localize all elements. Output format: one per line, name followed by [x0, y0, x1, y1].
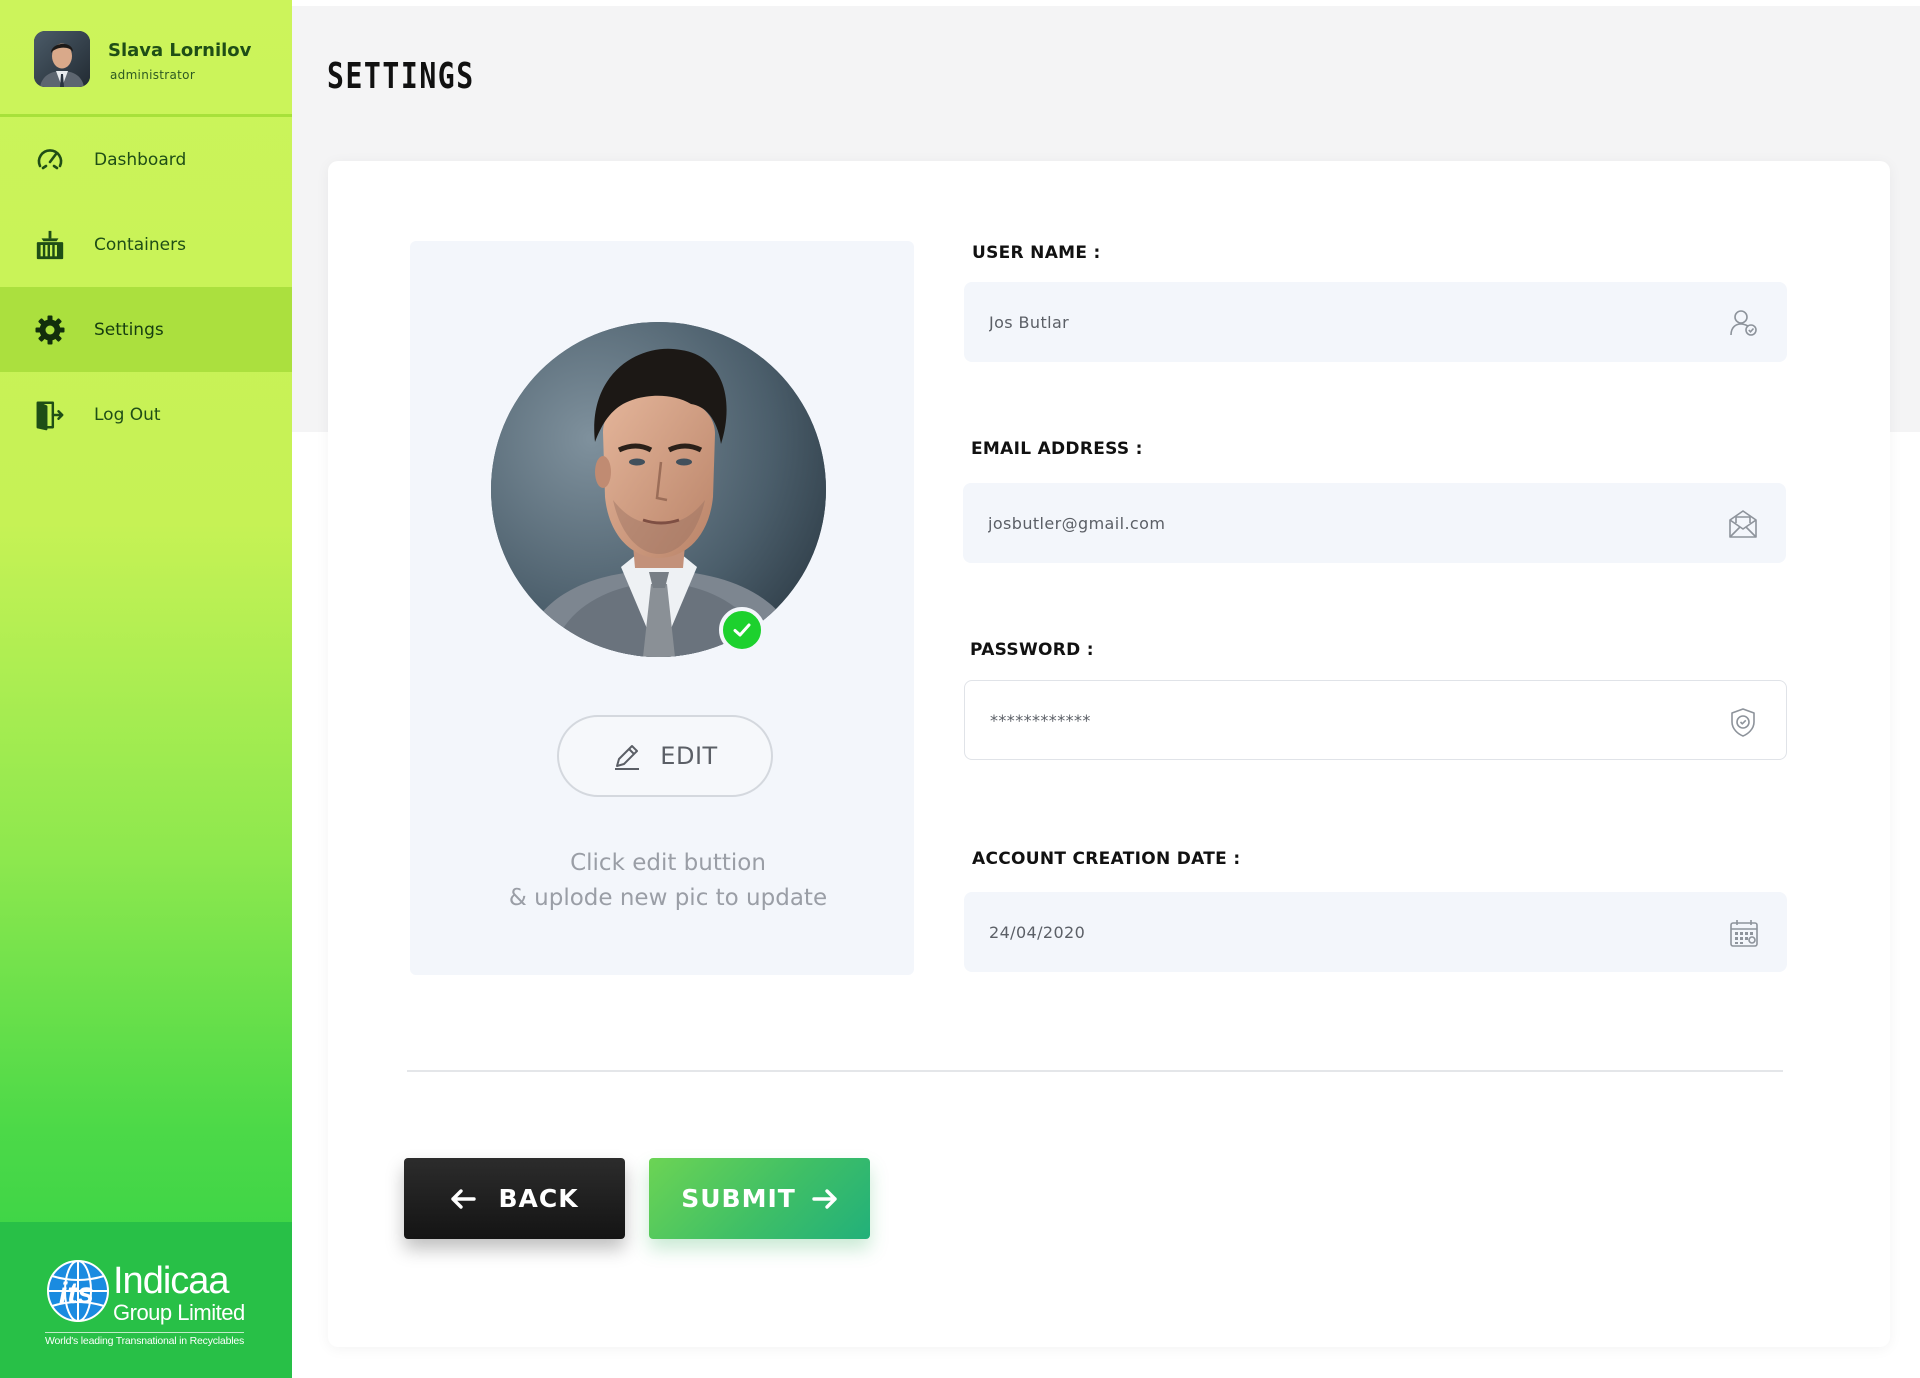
- upload-hint-line2: & uplode new pic to update: [508, 885, 828, 911]
- upload-hint-line1: Click edit buttion: [570, 850, 766, 876]
- shield-check-icon: [1726, 705, 1760, 739]
- profile-photo: [491, 322, 826, 657]
- page-title: SETTINGS: [327, 56, 475, 97]
- globe-icon: its: [47, 1260, 109, 1322]
- email-field[interactable]: [963, 483, 1786, 563]
- sidebar-item-label: Containers: [94, 234, 186, 255]
- form-divider: [407, 1070, 1783, 1072]
- edit-photo-button[interactable]: EDIT: [557, 715, 773, 797]
- username-input[interactable]: [989, 282, 1689, 362]
- user-role: administrator: [110, 68, 196, 82]
- brand-name: Indicaa: [113, 1260, 230, 1302]
- sidebar-item-settings[interactable]: Settings: [0, 287, 292, 372]
- password-label: PASSWORD :: [970, 640, 1094, 660]
- email-input[interactable]: [988, 483, 1688, 563]
- user-check-icon: [1727, 306, 1761, 340]
- sidebar-item-logout[interactable]: Log Out: [0, 372, 292, 457]
- email-label: EMAIL ADDRESS :: [971, 439, 1143, 459]
- speedometer-icon: [34, 144, 66, 176]
- creation-date-label: ACCOUNT CREATION DATE :: [972, 849, 1241, 869]
- brand-tagline: World's leading Transnational in Recycla…: [45, 1332, 244, 1347]
- sidebar-item-label: Log Out: [94, 404, 161, 425]
- gear-icon: [34, 314, 66, 346]
- submit-label: SUBMIT: [681, 1184, 796, 1213]
- top-strip: [292, 0, 1920, 6]
- upload-hint: Click edit buttion & uplode new pic to u…: [410, 846, 926, 916]
- creation-date-field[interactable]: [964, 892, 1787, 972]
- username-label: USER NAME :: [972, 243, 1101, 263]
- arrow-left-icon: [450, 1188, 477, 1210]
- verified-badge: [719, 607, 765, 653]
- back-label: BACK: [498, 1184, 579, 1213]
- sidebar-nav: Dashboard Containers Settings Log Out: [0, 117, 292, 457]
- brand-subtitle: Group Limited: [113, 1300, 245, 1325]
- sidebar: Slava Lornilov administrator Dashboard C…: [0, 0, 292, 1378]
- envelope-icon: [1726, 507, 1760, 541]
- avatar[interactable]: [34, 31, 90, 87]
- user-name: Slava Lornilov: [108, 40, 252, 61]
- pencil-icon: [615, 745, 640, 770]
- sidebar-item-dashboard[interactable]: Dashboard: [0, 117, 292, 202]
- svg-text:its: its: [59, 1277, 94, 1310]
- profile-photo-panel: EDIT Click edit buttion & uplode new pic…: [410, 241, 914, 975]
- check-icon: [733, 623, 751, 637]
- sidebar-item-label: Settings: [94, 319, 164, 340]
- submit-button[interactable]: SUBMIT: [649, 1158, 870, 1239]
- container-icon: [34, 229, 66, 261]
- brand-logo: its Indicaa Group Limited World's leadin…: [0, 1222, 292, 1378]
- back-button[interactable]: BACK: [404, 1158, 625, 1239]
- creation-date-input[interactable]: [989, 892, 1689, 972]
- edit-label: EDIT: [660, 742, 718, 770]
- username-field[interactable]: [964, 282, 1787, 362]
- calendar-icon: [1727, 916, 1761, 950]
- password-field[interactable]: [964, 680, 1787, 760]
- user-profile: Slava Lornilov administrator: [0, 0, 292, 117]
- logout-icon: [34, 399, 66, 431]
- sidebar-item-label: Dashboard: [94, 149, 187, 170]
- sidebar-item-containers[interactable]: Containers: [0, 202, 292, 287]
- app-window: Slava Lornilov administrator Dashboard C…: [0, 0, 1920, 1378]
- arrow-right-icon: [812, 1188, 838, 1210]
- password-input[interactable]: [990, 681, 1690, 759]
